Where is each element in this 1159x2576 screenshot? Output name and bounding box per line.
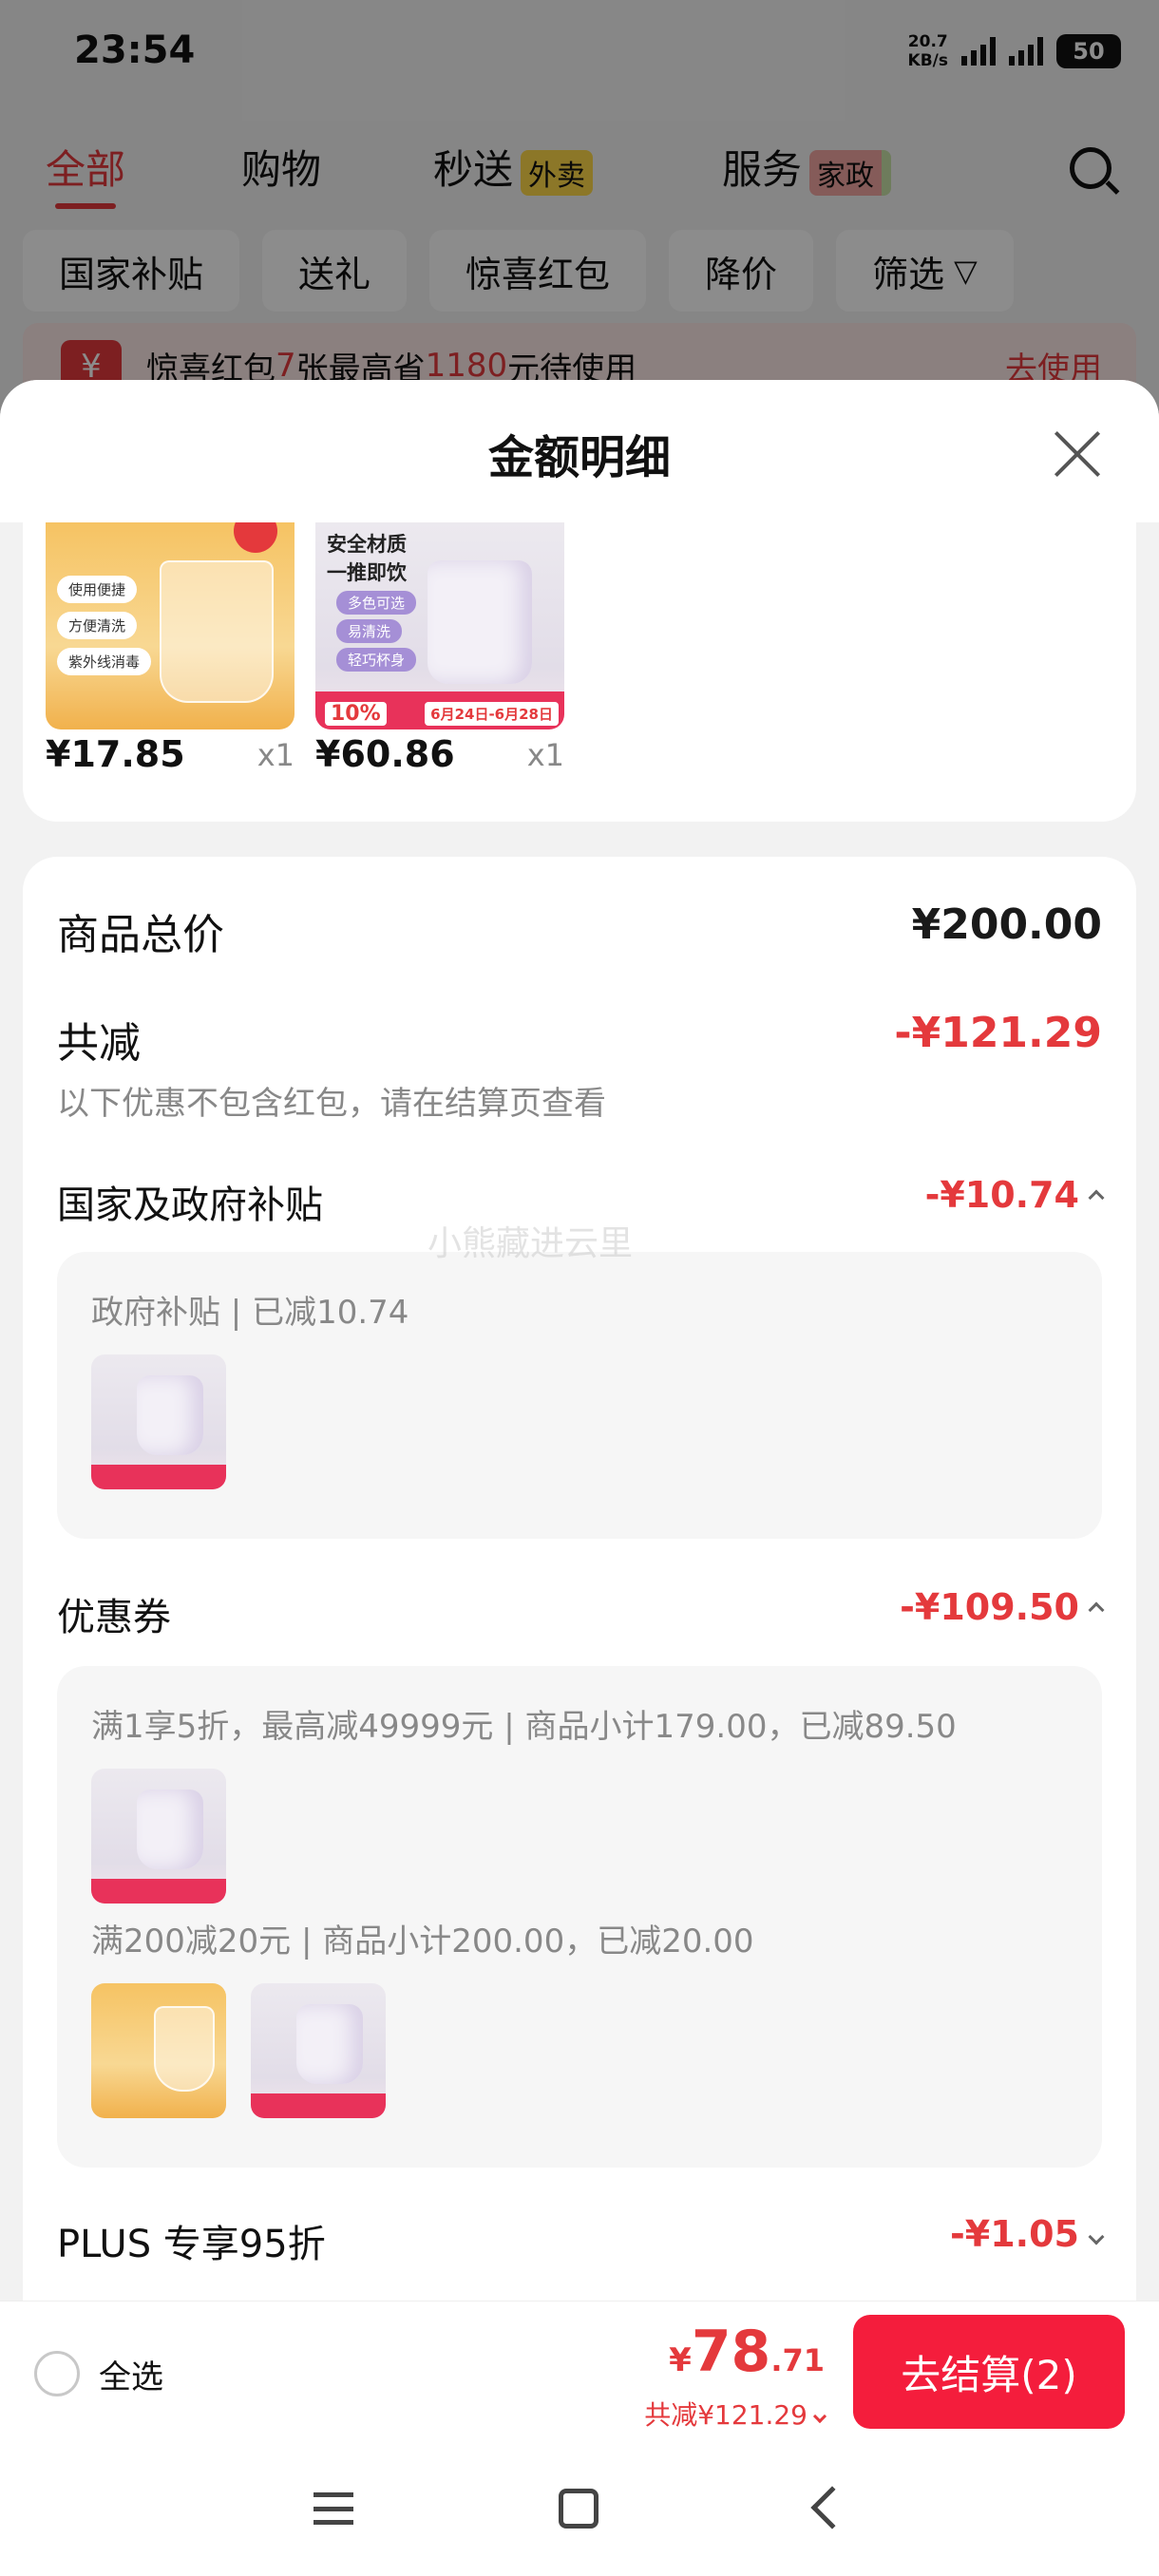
checkout-bar: 全选 ¥78.71 共减¥121.29 去结算(2) (0, 2301, 1159, 2443)
product-thumbnail (251, 1983, 386, 2118)
chevron-down-icon (812, 2409, 827, 2424)
price-detail-card: 商品总价 ¥200.00 共减 -¥121.29 以下优惠不包含红包，请在结算页… (23, 857, 1136, 2415)
plus-discount-value: -¥1.05 (950, 2213, 1079, 2255)
chevron-down-icon (1088, 2228, 1105, 2245)
coupon-value: -¥109.50 (900, 1586, 1079, 1628)
subsidy-label: 国家及政府补贴 (57, 1184, 323, 1227)
saved-amount[interactable]: 共减¥121.29 (644, 2395, 827, 2433)
total-reduce-row: 共减 -¥121.29 (57, 1009, 1102, 1068)
product-item[interactable]: 安全材质 一推即饮 多色可选 易清洗 轻巧杯身 10% 6月24日-6月28日 … (315, 522, 564, 775)
menu-icon[interactable] (314, 2492, 353, 2525)
coupon-row[interactable]: 优惠券 -¥109.50 (57, 1586, 1105, 1639)
product-image: 使用便捷 方便清洗 紫外线消毒 (46, 522, 294, 729)
product-price: ¥60.86 (315, 733, 455, 775)
mug-graphic (428, 560, 532, 684)
total-price-label: 商品总价 (57, 911, 224, 959)
product-quantity: x1 (256, 737, 294, 773)
product-quantity: x1 (526, 737, 564, 773)
plus-discount-row[interactable]: PLUS 专享95折 -¥1.05 (57, 2213, 1105, 2266)
coupon-rule-1: 满1享5折，最高减49999元 | 商品小计179.00，已减89.50 (91, 1708, 957, 1746)
coupon-label: 优惠券 (57, 1596, 171, 1639)
background-page: 23:54 20.7 KB/s 50 全部 购物 秒送 外卖 服务 家政 国家补贴 … (0, 0, 1159, 418)
product-item[interactable]: 使用便捷 方便清洗 紫外线消毒 ¥17.85 x1 (46, 522, 294, 775)
amount-detail-sheet: 金额明细 使用便捷 方便清洗 紫外线消毒 ¥17.85 x1 安全材质 一推即饮… (0, 380, 1159, 2576)
close-icon[interactable] (1053, 429, 1102, 479)
total-reduce-value: -¥121.29 (894, 1009, 1102, 1057)
product-list: 使用便捷 方便清洗 紫外线消毒 ¥17.85 x1 安全材质 一推即饮 多色可选… (23, 522, 1136, 822)
chevron-up-icon (1088, 1601, 1105, 1618)
total-payable: ¥78.71 (669, 2319, 825, 2385)
sheet-header: 金额明细 (0, 380, 1159, 522)
coupon-detail-box: 满1享5折，最高减49999元 | 商品小计179.00，已减89.50 满20… (57, 1666, 1102, 2168)
select-all-label[interactable]: 全选 (99, 2351, 163, 2397)
home-icon[interactable] (559, 2489, 598, 2529)
product-price: ¥17.85 (46, 733, 185, 775)
product-thumbnail (91, 1983, 226, 2118)
checkout-button[interactable]: 去结算(2) (853, 2315, 1125, 2429)
chevron-up-icon (1088, 1189, 1105, 1205)
subsidy-detail-box: 政府补贴 | 已减10.74 (57, 1252, 1102, 1539)
total-price-row: 商品总价 ¥200.00 (57, 900, 1102, 959)
watermark: 小熊藏进云里 (428, 1224, 634, 1263)
subsidy-value: -¥10.74 (924, 1174, 1079, 1216)
select-all-checkbox[interactable] (34, 2351, 80, 2396)
back-icon[interactable] (810, 2486, 854, 2529)
subsidy-detail-text: 政府补贴 | 已减10.74 (91, 1294, 409, 1332)
coupon-rule-2: 满200减20元 | 商品小计200.00，已减20.00 (91, 1923, 754, 1960)
plus-discount-label: PLUS 专享95折 (57, 2223, 326, 2266)
cup-graphic (160, 560, 274, 703)
total-reduce-label: 共减 (57, 1019, 141, 1068)
product-thumbnail (91, 1769, 226, 1904)
system-nav-bar (0, 2443, 1159, 2576)
heart-icon (234, 522, 277, 553)
product-thumbnail (91, 1354, 226, 1489)
product-image: 安全材质 一推即饮 多色可选 易清洗 轻巧杯身 10% 6月24日-6月28日 (315, 522, 564, 729)
total-price-value: ¥200.00 (911, 900, 1102, 949)
dim-overlay[interactable] (0, 0, 1159, 418)
sheet-title: 金额明细 (487, 431, 671, 484)
